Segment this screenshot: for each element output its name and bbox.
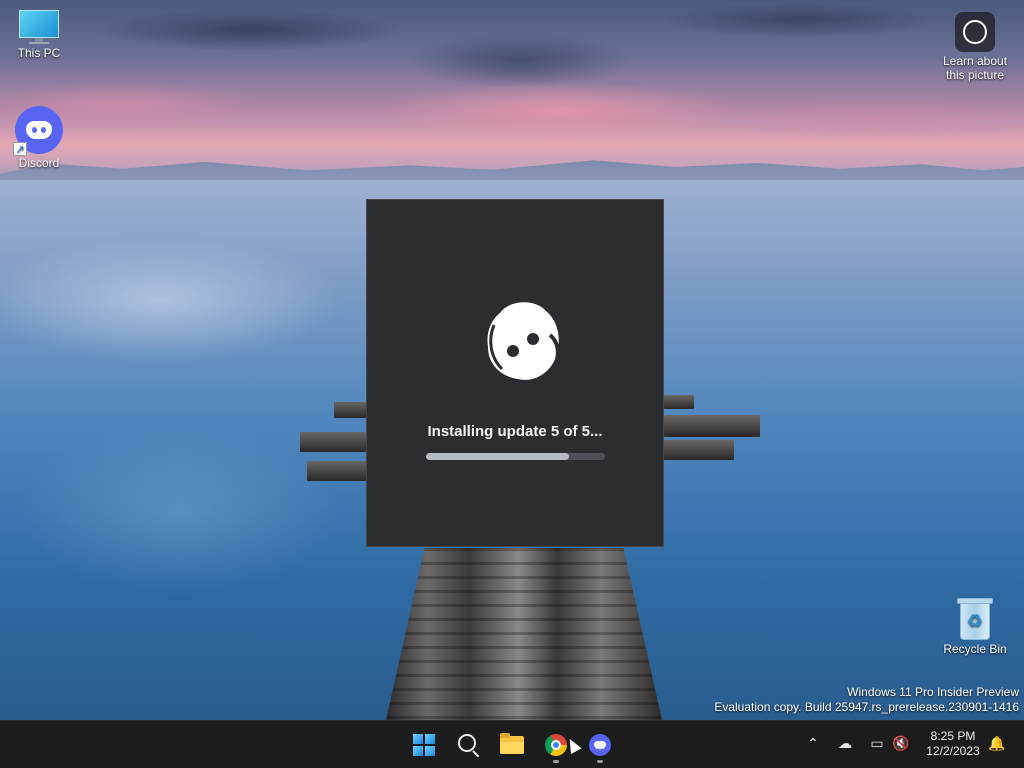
watermark-build: Evaluation copy. Build 25947.rs_prerelea… bbox=[714, 700, 1019, 714]
discord-updater-window: Installing update 5 of 5... bbox=[366, 199, 664, 547]
this-pc-icon bbox=[19, 10, 59, 44]
desktop-icon-discord[interactable]: ↗ Discord bbox=[0, 106, 79, 170]
taskbar-file-explorer-button[interactable] bbox=[492, 725, 532, 765]
updater-status-text: Installing update 5 of 5... bbox=[427, 423, 603, 440]
pier-plank bbox=[307, 461, 366, 481]
taskbar-clock[interactable]: 8:25 PM 12/2/2023 bbox=[918, 729, 988, 759]
file-explorer-icon bbox=[500, 733, 524, 754]
chevron-up-icon[interactable]: ⌃ bbox=[802, 733, 824, 755]
running-indicator bbox=[553, 760, 559, 763]
chrome-icon bbox=[545, 734, 567, 756]
shortcut-arrow-icon: ↗ bbox=[13, 142, 27, 156]
desktop-icon-this-pc[interactable]: This PC bbox=[0, 10, 79, 60]
discord-icon bbox=[589, 734, 611, 756]
windows-start-icon bbox=[413, 734, 435, 756]
pier-plank bbox=[334, 402, 366, 418]
recycle-bin-icon bbox=[957, 598, 993, 640]
discord-icon: ↗ bbox=[13, 106, 63, 156]
discord-updater-logo-icon bbox=[487, 298, 560, 380]
update-progress-fill bbox=[426, 453, 570, 460]
wallpaper-sky bbox=[0, 0, 1024, 180]
clock-time: 8:25 PM bbox=[930, 729, 976, 743]
desktop-icon-label: This PC bbox=[17, 46, 61, 60]
taskbar-start-button[interactable] bbox=[404, 725, 444, 765]
desktop-icon-label: Learn about this picture bbox=[942, 54, 1008, 82]
wallpaper-dock bbox=[386, 548, 662, 720]
taskbar-search-button[interactable] bbox=[448, 725, 488, 765]
onedrive-offline-icon[interactable]: ☁ bbox=[834, 733, 856, 755]
watermark-edition: Windows 11 Pro Insider Preview bbox=[847, 685, 1019, 699]
update-progress-bar bbox=[426, 453, 605, 460]
pier-plank bbox=[664, 395, 694, 409]
pier-plank bbox=[664, 440, 734, 460]
notification-icon[interactable]: 🔔 bbox=[986, 733, 1008, 755]
network-icon[interactable]: ▭ bbox=[866, 733, 888, 755]
desktop-icon-label: Recycle Bin bbox=[943, 642, 1007, 656]
desktop-icon-learn-about-picture[interactable]: Learn about this picture bbox=[935, 12, 1015, 82]
clock-date: 12/2/2023 bbox=[926, 744, 980, 758]
taskbar-discord-button[interactable] bbox=[580, 725, 620, 765]
running-indicator bbox=[597, 760, 603, 763]
pier-plank bbox=[664, 415, 760, 437]
desktop-icon-recycle-bin[interactable]: Recycle Bin bbox=[935, 598, 1015, 656]
search-icon bbox=[458, 734, 476, 752]
taskbar: ⌃ ☁ ▭ 🔇 8:25 PM 12/2/2023 🔔 bbox=[0, 720, 1024, 768]
volume-muted-icon[interactable]: 🔇 bbox=[890, 733, 912, 755]
pier-plank bbox=[300, 432, 366, 452]
desktop-icon-label: Discord bbox=[18, 156, 60, 170]
windows-watermark: Windows 11 Pro Insider Preview Evaluatio… bbox=[714, 685, 1019, 715]
learn-about-picture-icon bbox=[955, 12, 995, 52]
